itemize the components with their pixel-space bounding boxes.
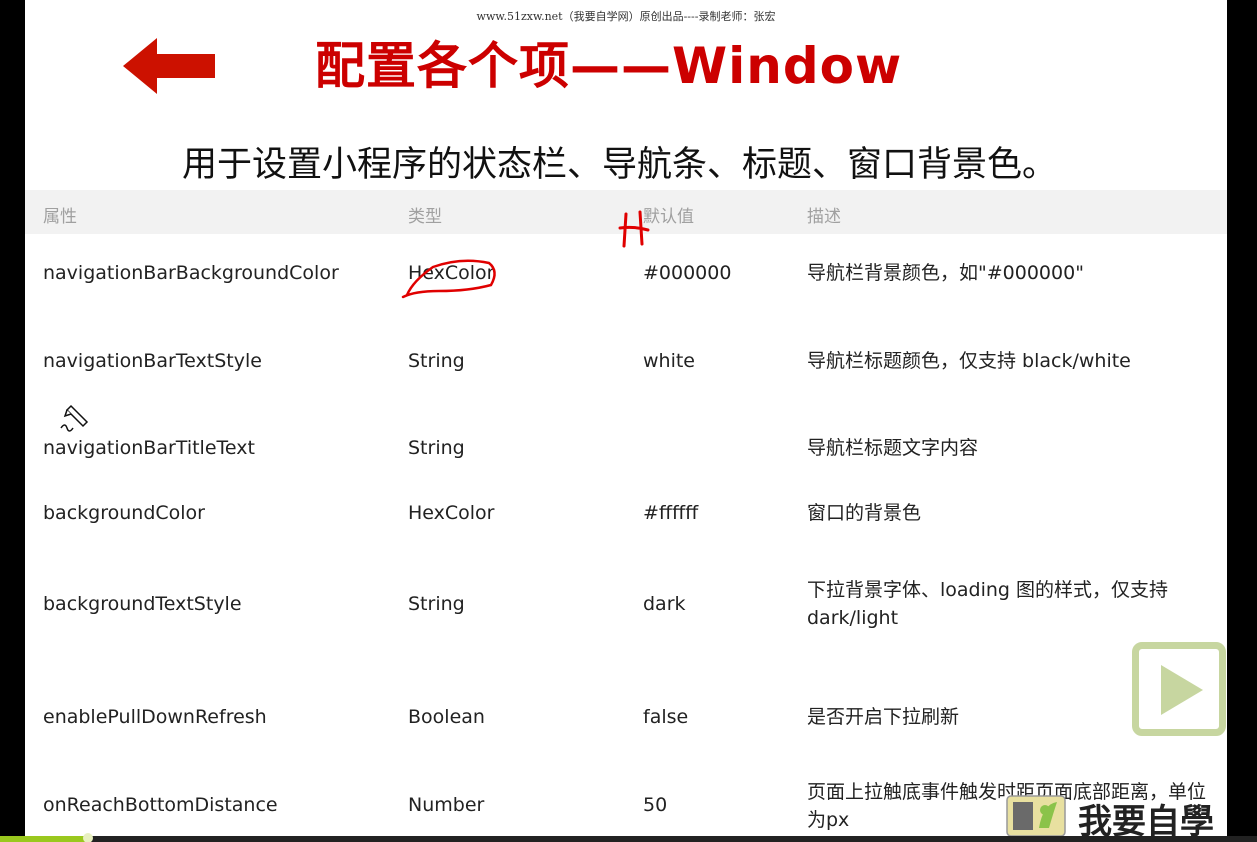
- watermark: www.51zxw.net（我要自学网）原创出品----录制老师：张宏: [476, 10, 776, 23]
- play-button[interactable]: [1132, 642, 1226, 736]
- row-property: enablePullDownRefresh: [43, 706, 267, 728]
- brand-logo: 我要自學: [1005, 792, 1227, 836]
- row-property: navigationBarTitleText: [43, 437, 255, 459]
- row-description: 导航栏标题颜色，仅支持 black/white: [807, 350, 1131, 372]
- header-description: 描述: [807, 207, 841, 227]
- slide-title: 配置各个项——Window: [315, 37, 903, 95]
- row-property: navigationBarTextStyle: [43, 350, 262, 372]
- back-arrow-icon[interactable]: [123, 38, 215, 94]
- slide: www.51zxw.net（我要自学网）原创出品----录制老师：张宏 配置各个…: [25, 0, 1227, 836]
- row-property: backgroundColor: [43, 502, 205, 524]
- row-description: 窗口的背景色: [807, 502, 922, 524]
- row-type: String: [408, 350, 465, 372]
- progress-handle[interactable]: [82, 833, 93, 842]
- row-default: false: [643, 706, 689, 728]
- row-type: Number: [408, 794, 485, 816]
- row-property: backgroundTextStyle: [43, 593, 242, 615]
- progress-fill: [0, 836, 88, 842]
- player-progress-bar[interactable]: [0, 833, 1257, 842]
- row-description: 导航栏背景颜色，如"#000000": [807, 262, 1084, 284]
- logo-icon: [1006, 795, 1066, 836]
- row-default: dark: [643, 593, 686, 615]
- header-property: 属性: [43, 207, 77, 227]
- pencil-cursor-icon: [60, 404, 89, 432]
- row-property: onReachBottomDistance: [43, 794, 278, 816]
- row-type: Boolean: [408, 706, 485, 728]
- annotation-h-mark: [618, 210, 650, 248]
- row-type: String: [408, 593, 465, 615]
- row-default: white: [643, 350, 695, 372]
- row-description: 下拉背景字体、loading 图的样式，仅支持 dark/light: [807, 579, 1169, 629]
- logo-text: 我要自學: [1078, 802, 1214, 836]
- row-type: String: [408, 437, 465, 459]
- slide-subtitle: 用于设置小程序的状态栏、导航条、标题、窗口背景色。: [182, 145, 1058, 185]
- row-property: navigationBarBackgroundColor: [43, 262, 339, 284]
- row-default: #000000: [643, 262, 732, 284]
- row-default: 50: [643, 794, 668, 816]
- row-description: 导航栏标题文字内容: [807, 437, 979, 459]
- header-type: 类型: [408, 207, 442, 227]
- annotation-circle-mark: [401, 259, 496, 299]
- play-icon: [1161, 665, 1203, 715]
- row-type: HexColor: [408, 502, 495, 524]
- row-default: #ffffff: [643, 502, 699, 524]
